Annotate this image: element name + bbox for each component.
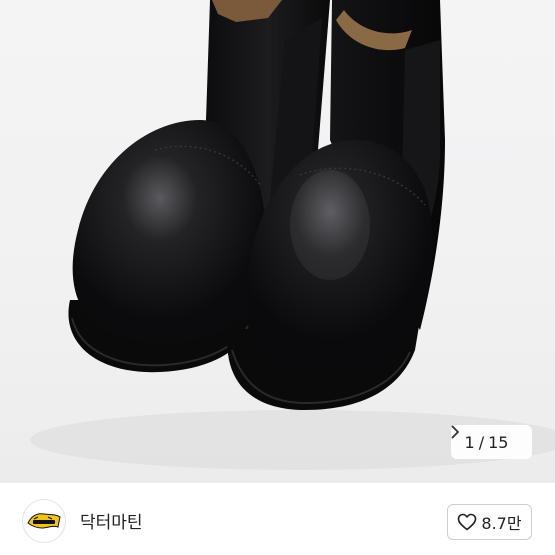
like-count: 8.7만	[481, 514, 522, 533]
heart-outline-icon	[457, 513, 477, 531]
like-button[interactable]: 8.7만	[447, 504, 532, 540]
boots-photo	[30, 0, 555, 470]
dr-martens-logo[interactable]	[22, 499, 66, 543]
product-image[interactable]: 1 / 15	[0, 0, 555, 483]
pager-current: 1	[464, 432, 475, 452]
brand-logo-icon	[27, 513, 61, 529]
pager-separator: /	[478, 432, 485, 452]
image-pager[interactable]: 1 / 15	[451, 425, 532, 459]
seller-name[interactable]: 닥터마틴	[80, 508, 143, 533]
pager-total: 15	[488, 432, 509, 452]
